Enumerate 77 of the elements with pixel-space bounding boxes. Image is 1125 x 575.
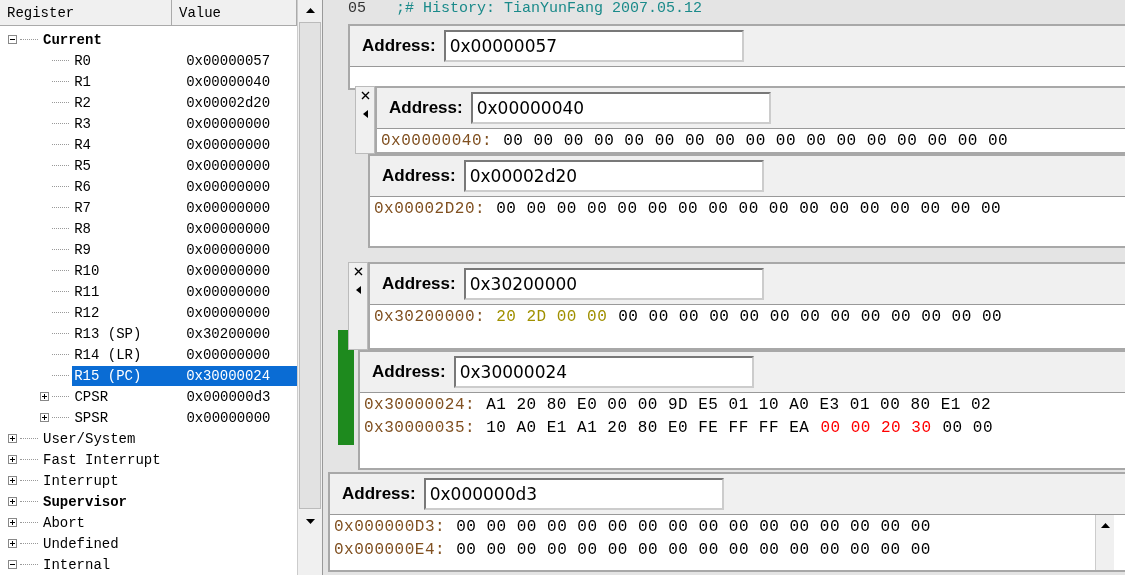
- memory-bytes: 00 00 00 00 00 00 00 00 00 00 00 00 00 00 00 00: [456, 517, 931, 536]
- tree-item[interactable]: R9 0x00000000: [72, 239, 297, 260]
- expand-toggle[interactable]: [8, 455, 17, 464]
- memory-bytes: 00 00: [942, 418, 993, 437]
- tree-item[interactable]: R7 0x00000000: [72, 197, 297, 218]
- column-header[interactable]: Register: [0, 0, 172, 25]
- memory-address: 0x000000D3:: [334, 517, 446, 536]
- left-arrow-icon[interactable]: [362, 110, 368, 118]
- memory-address: 0x30000035:: [364, 418, 476, 437]
- address-label: Address:: [382, 166, 456, 186]
- tree-item[interactable]: Interrupt: [41, 470, 119, 491]
- memory-bytes: 00 00 00 00 00 00 00 00 00 00 00 00 00 00 00 00: [456, 540, 931, 559]
- memory-address: 0x00002D20:: [374, 199, 486, 218]
- scroll-down-icon: [305, 518, 315, 524]
- address-label: Address:: [372, 362, 446, 382]
- expand-toggle[interactable]: [8, 497, 17, 506]
- address-field[interactable]: 0x00002d20: [463, 160, 764, 192]
- address-field[interactable]: 0x00000057: [443, 30, 744, 62]
- tree-item[interactable]: Internal: [41, 554, 111, 575]
- expand-toggle[interactable]: [8, 476, 17, 485]
- expand-toggle[interactable]: [8, 560, 17, 569]
- tree-item[interactable]: R10 0x00000000: [72, 260, 297, 281]
- memory-address: 0x30200000:: [374, 307, 486, 326]
- tree-item[interactable]: R11 0x00000000: [72, 281, 297, 302]
- scrollbar[interactable]: [297, 0, 322, 575]
- tree-item[interactable]: R4 0x00000000: [72, 134, 297, 155]
- tree-item[interactable]: R0 0x00000057: [72, 50, 297, 71]
- close-icon[interactable]: [360, 91, 370, 100]
- memory-bytes: 00 00 00 00 00 00 00 00 00 00 00 00 00 00 00 00 00: [503, 131, 1009, 150]
- tree-item[interactable]: R12 0x00000000: [72, 302, 297, 323]
- tree-item[interactable]: R14 (LR) 0x00000000: [72, 344, 297, 365]
- address-field[interactable]: 0x000000d3: [423, 478, 724, 510]
- expand-toggle[interactable]: [8, 434, 17, 443]
- tree-item[interactable]: User/System: [41, 428, 136, 449]
- scrollbar[interactable]: [1095, 515, 1114, 570]
- tree-item[interactable]: R8 0x00000000: [72, 218, 297, 239]
- tree-item[interactable]: R6 0x00000000: [72, 176, 297, 197]
- tree-item[interactable]: SPSR 0x00000000: [72, 407, 297, 428]
- memory-bytes: 00 00 00 00 00 00 00 00 00 00 00 00 00 00 00 00 00: [496, 199, 1002, 218]
- tree-item[interactable]: R2 0x00002d20: [72, 92, 297, 113]
- address-field[interactable]: 0x30200000: [463, 268, 764, 300]
- tree-item[interactable]: Current: [41, 29, 102, 50]
- tree-item[interactable]: R3 0x00000000: [72, 113, 297, 134]
- memory-address: 0x000000E4:: [334, 540, 446, 559]
- expand-toggle[interactable]: [8, 539, 17, 548]
- tree-item[interactable]: Supervisor: [41, 491, 127, 512]
- memory-bytes: 10 A0 E1 A1 20 80 E0 FE FF FF EA: [486, 418, 810, 437]
- tree-item[interactable]: Abort: [41, 512, 85, 533]
- tree-item[interactable]: R5 0x00000000: [72, 155, 297, 176]
- close-icon[interactable]: [353, 267, 363, 276]
- expand-toggle[interactable]: [8, 35, 17, 44]
- expand-toggle[interactable]: [40, 413, 49, 422]
- tree-item[interactable]: R15 (PC) 0x30000024: [72, 365, 297, 386]
- expand-toggle[interactable]: [8, 518, 17, 527]
- line-number: 05: [348, 0, 366, 17]
- address-field[interactable]: 0x30000024: [453, 356, 754, 388]
- tree-item[interactable]: R13 (SP) 0x30200000: [72, 323, 297, 344]
- memory-bytes: 00 00 20 30: [820, 418, 932, 437]
- memory-address: 0x00000040:: [381, 131, 493, 150]
- scroll-up-icon: [1100, 522, 1110, 528]
- address-field[interactable]: 0x00000040: [470, 92, 771, 124]
- memory-bytes: 20 2D 00 00: [496, 307, 608, 326]
- address-label: Address:: [342, 484, 416, 504]
- code-comment: ;# History: TianYunFang 2007.05.12: [396, 0, 703, 17]
- tree-item[interactable]: Undefined: [41, 533, 119, 554]
- left-arrow-icon[interactable]: [355, 286, 361, 294]
- tree-item[interactable]: CPSR 0x000000d3: [72, 386, 297, 407]
- address-label: Address:: [362, 36, 436, 56]
- address-label: Address:: [389, 98, 463, 118]
- expand-toggle[interactable]: [40, 392, 49, 401]
- memory-address: 0x30000024:: [364, 395, 476, 414]
- memory-bytes: 00 00 00 00 00 00 00 00 00 00 00 00 00: [618, 307, 1003, 326]
- scroll-up-icon: [305, 7, 315, 13]
- tree-item[interactable]: R1 0x00000040: [72, 71, 297, 92]
- tree-item[interactable]: Fast Interrupt: [41, 449, 161, 470]
- address-label: Address:: [382, 274, 456, 294]
- memory-bytes: A1 20 80 E0 00 00 9D E5 01 10 A0 E3 01 00 80 E1 02: [486, 395, 992, 414]
